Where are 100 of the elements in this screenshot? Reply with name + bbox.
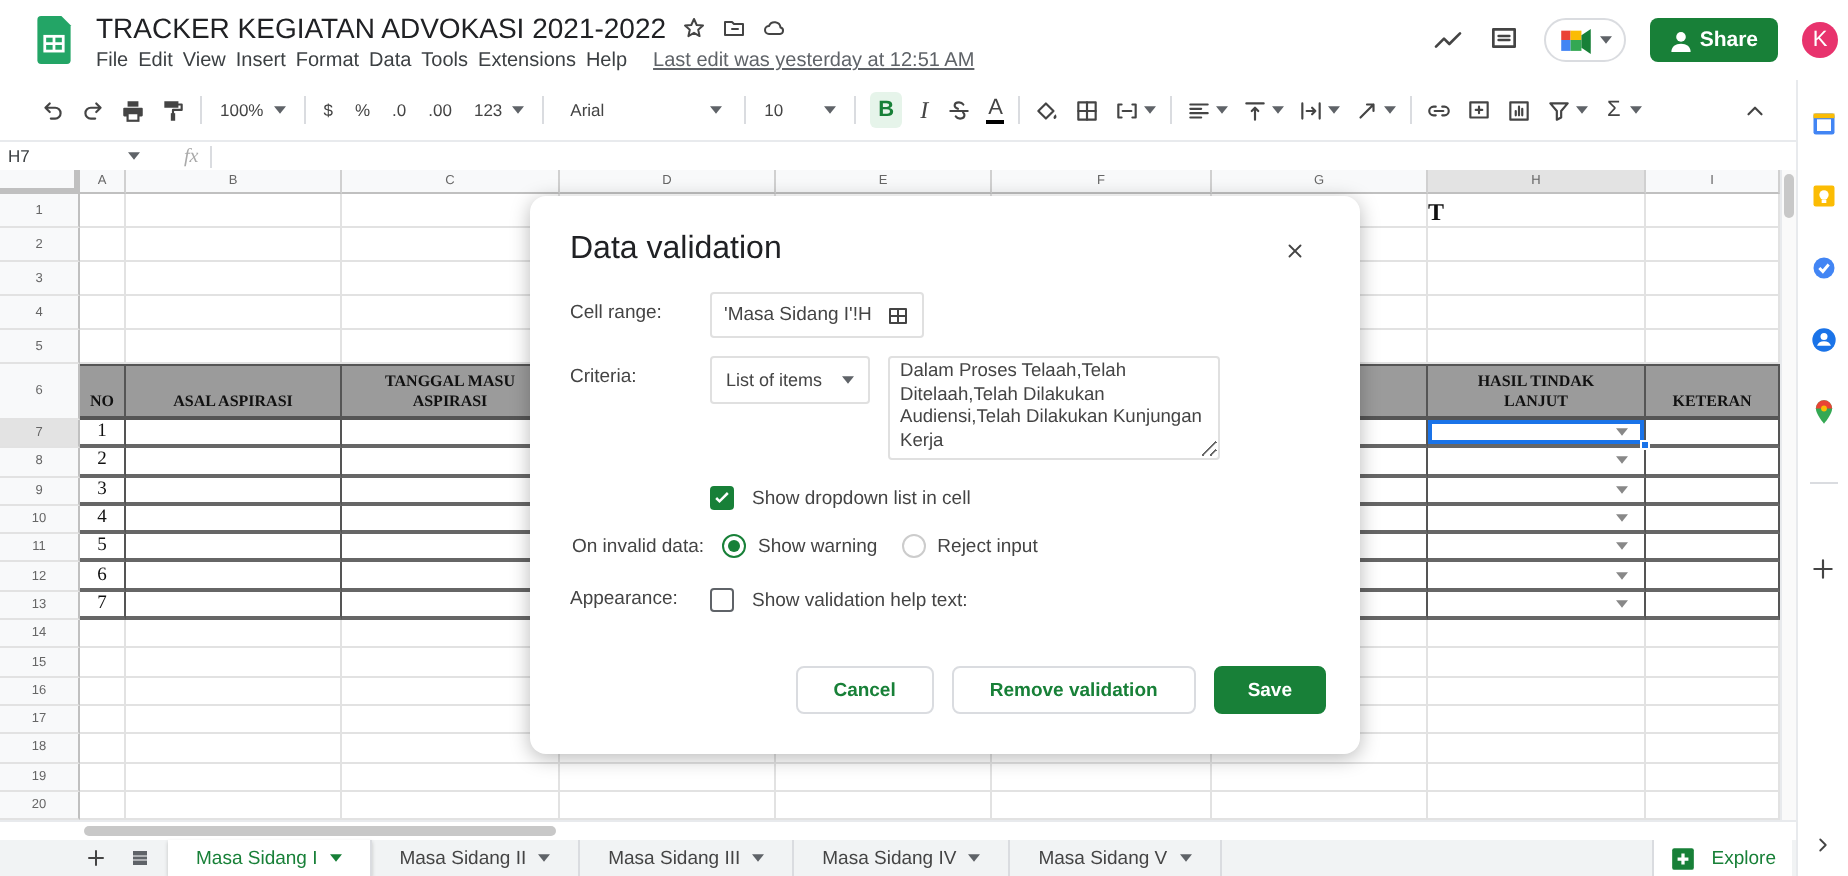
table-cell[interactable]	[126, 534, 342, 563]
menu-item[interactable]: View	[182, 50, 226, 72]
caret-icon[interactable]	[329, 854, 342, 862]
currency-button[interactable]: $	[319, 92, 337, 128]
table-cell[interactable]	[126, 591, 342, 621]
decrease-decimals-button[interactable]: .0	[388, 92, 411, 128]
italic-button[interactable]: I	[916, 92, 933, 128]
table-cell[interactable]	[126, 420, 342, 449]
dropdown-arrow-icon[interactable]	[1616, 456, 1628, 465]
sheet-tab[interactable]: Masa Sidang III	[580, 840, 795, 876]
menu-item[interactable]: Insert	[235, 50, 286, 72]
table-cell[interactable]: T	[1428, 194, 1646, 228]
dropdown-arrow-icon[interactable]	[1616, 599, 1628, 608]
print-icon[interactable]	[120, 97, 146, 123]
menu-item[interactable]: File	[96, 50, 129, 72]
paint-bucket-icon[interactable]	[1034, 97, 1061, 123]
filter-icon[interactable]	[1546, 97, 1573, 123]
person-icon[interactable]	[1809, 326, 1837, 354]
scrollbar-thumb[interactable]	[1784, 174, 1794, 218]
borders-icon[interactable]	[1074, 97, 1101, 123]
wrap-icon[interactable]	[1298, 97, 1325, 123]
increase-decimals-button[interactable]: .00	[424, 92, 456, 128]
document-title[interactable]: TRACKER KEGIATAN ADVOKASI 2021-2022	[96, 12, 667, 44]
undo-icon[interactable]	[40, 97, 66, 123]
checkbox[interactable]	[710, 486, 734, 510]
percent-button[interactable]: %	[350, 92, 375, 128]
caret-icon[interactable]	[538, 854, 551, 862]
dropdown-arrow-icon[interactable]	[1616, 514, 1628, 523]
bold-button[interactable]: B	[870, 92, 903, 128]
table-cell[interactable]	[126, 477, 342, 506]
table-cell[interactable]	[1428, 591, 1646, 621]
redo-icon[interactable]	[80, 97, 106, 123]
paint-roller-icon[interactable]	[160, 97, 186, 123]
caret-icon[interactable]	[1216, 106, 1229, 114]
grid-icon[interactable]	[886, 303, 910, 327]
menu-item[interactable]: Tools	[421, 50, 469, 72]
caret-icon[interactable]	[273, 106, 286, 114]
dropdown-arrow-icon[interactable]	[1616, 542, 1628, 551]
menu-item[interactable]: Format	[295, 50, 360, 72]
caret-icon[interactable]	[824, 106, 837, 114]
dialog-button[interactable]: Remove validation	[951, 666, 1196, 714]
caret-icon[interactable]	[842, 376, 854, 384]
scrollbar-thumb[interactable]	[84, 826, 556, 836]
selected-cell[interactable]	[1428, 420, 1646, 449]
table-cell[interactable]	[1428, 505, 1646, 535]
cloud-icon[interactable]	[762, 16, 787, 40]
user-avatar[interactable]: K	[1802, 22, 1838, 58]
check-circle-icon[interactable]	[1809, 254, 1837, 282]
caret-icon[interactable]	[1599, 36, 1612, 44]
sheet-tab[interactable]: Masa Sidang I	[168, 840, 372, 876]
strikethrough-icon[interactable]	[946, 97, 973, 123]
sheet-list-icon[interactable]	[128, 846, 152, 870]
functions-dropdown[interactable]: Σ	[1602, 92, 1647, 128]
save-button[interactable]: Save	[1213, 666, 1326, 714]
align-top-icon[interactable]	[1242, 97, 1269, 123]
plus-icon[interactable]	[1810, 556, 1836, 582]
table-cell[interactable]	[1428, 534, 1646, 563]
menu-item[interactable]: Edit	[138, 50, 173, 72]
menu-item[interactable]: Help	[585, 50, 628, 72]
caret-icon[interactable]	[512, 106, 525, 114]
cell-range-field[interactable]: 'Masa Sidang I'!H	[710, 292, 924, 338]
radio-button[interactable]	[722, 534, 746, 558]
sheets-logo-icon[interactable]	[36, 16, 72, 64]
star-icon[interactable]	[682, 16, 707, 40]
video-call-button[interactable]	[1543, 18, 1626, 62]
caret-icon[interactable]	[1328, 106, 1341, 114]
caret-icon[interactable]	[1576, 106, 1589, 114]
fill-handle[interactable]	[1640, 440, 1650, 451]
caret-icon[interactable]	[1272, 106, 1285, 114]
caret-icon[interactable]	[1384, 106, 1397, 114]
list-items-field[interactable]: Dalam Proses Telaah,Telah Ditelaah,Telah Dilakukan Audiensi,Telah Dilakukan Kunjungan Kerja	[888, 356, 1220, 460]
chart-icon[interactable]	[1506, 97, 1533, 123]
calendar-icon[interactable]	[1809, 110, 1837, 138]
criteria-dropdown[interactable]: List of items	[710, 356, 870, 404]
sheet-tab[interactable]: Masa Sidang V	[1010, 840, 1222, 876]
caret-icon[interactable]	[1179, 854, 1192, 862]
name-box[interactable]: H7	[0, 142, 176, 170]
dropdown-arrow-icon[interactable]	[1616, 428, 1628, 437]
last-edit-link[interactable]: Last edit was yesterday at 12:51 AM	[653, 50, 975, 72]
plus-icon[interactable]	[84, 846, 108, 870]
rotate-icon[interactable]	[1354, 97, 1381, 123]
merge-icon[interactable]	[1114, 97, 1141, 123]
camera-icon[interactable]	[1557, 26, 1594, 54]
table-cell[interactable]	[1428, 477, 1646, 506]
folder-icon[interactable]	[722, 16, 747, 40]
number-format-dropdown[interactable]: 123	[469, 92, 529, 128]
zoom-dropdown[interactable]: 100%	[216, 92, 290, 128]
dialog-button[interactable]: Cancel	[795, 666, 934, 714]
caret-icon[interactable]	[1630, 106, 1643, 114]
caret-icon[interactable]	[710, 106, 723, 114]
caret-icon[interactable]	[1144, 106, 1157, 114]
menu-item[interactable]: Data	[369, 50, 412, 72]
checkbox[interactable]	[710, 588, 734, 612]
caret-icon[interactable]	[968, 854, 981, 862]
table-cell[interactable]	[1428, 448, 1646, 478]
comment-icon[interactable]	[1466, 97, 1493, 123]
font-size-dropdown[interactable]: 10	[760, 92, 841, 128]
align-left-icon[interactable]	[1186, 97, 1213, 123]
dropdown-arrow-icon[interactable]	[1616, 571, 1628, 580]
table-cell[interactable]	[126, 448, 342, 478]
